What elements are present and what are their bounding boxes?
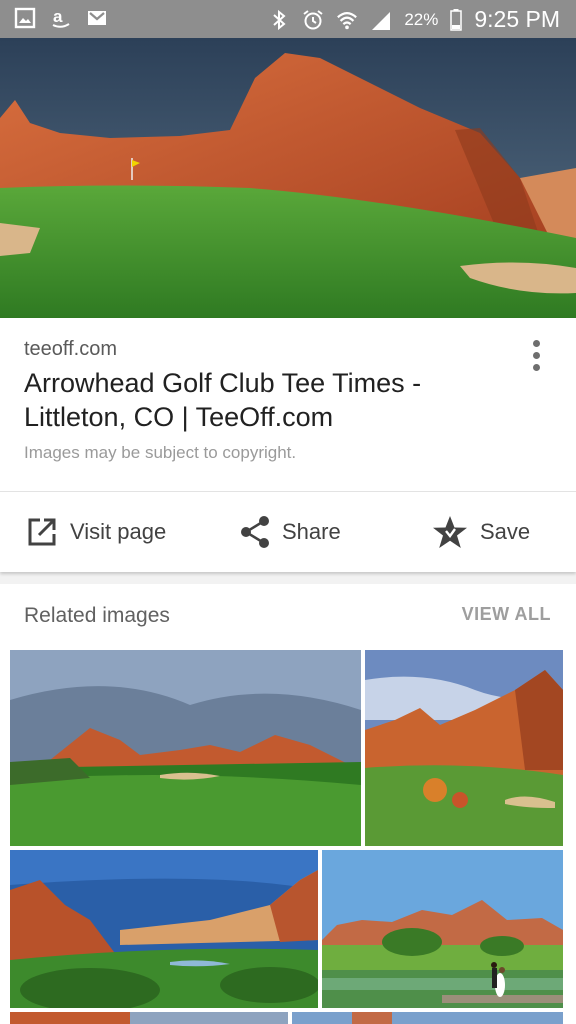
result-card: teeoff.com Arrowhead Golf Club Tee Times…	[0, 318, 576, 572]
related-image-thumbnail[interactable]	[10, 1012, 288, 1024]
svg-text:a: a	[53, 7, 63, 26]
save-label: Save	[480, 519, 531, 544]
gallery-notification-icon	[14, 7, 36, 29]
result-domain[interactable]: teeoff.com	[24, 338, 117, 361]
battery-icon	[450, 8, 463, 31]
alarm-icon	[303, 9, 323, 29]
related-image-thumbnail[interactable]	[10, 850, 318, 1008]
status-bar: a 22% 9:25 PM	[0, 0, 576, 38]
visit-page-label: Visit page	[70, 519, 167, 544]
open-in-new-icon	[28, 518, 56, 546]
result-title[interactable]: Arrowhead Golf Club Tee Times - Littleto…	[24, 366, 494, 434]
related-image-thumbnail[interactable]	[10, 650, 361, 846]
related-image-thumbnail[interactable]	[322, 850, 563, 1008]
hero-image[interactable]	[0, 38, 576, 318]
copyright-notice: Images may be subject to copyright.	[24, 443, 297, 462]
wifi-icon	[337, 11, 358, 29]
clock: 9:25 PM	[474, 6, 560, 32]
related-images-heading: Related images	[24, 604, 170, 627]
share-button[interactable]: Share	[240, 492, 341, 572]
share-icon	[241, 516, 269, 548]
battery-percent: 22%	[404, 9, 439, 29]
signal-icon	[372, 11, 391, 30]
more-options-icon[interactable]	[526, 340, 546, 376]
related-image-thumbnail[interactable]	[292, 1012, 563, 1024]
related-images-section: Related images VIEW ALL	[0, 584, 576, 1024]
view-all-button[interactable]: VIEW ALL	[462, 604, 551, 625]
related-image-thumbnail[interactable]	[365, 650, 563, 846]
save-button[interactable]: Save	[432, 492, 530, 572]
gmail-notification-icon	[88, 11, 106, 25]
visit-page-button[interactable]: Visit page	[26, 492, 166, 572]
star-save-icon	[433, 516, 467, 548]
share-label: Share	[282, 519, 341, 544]
action-bar: Visit page Share Save	[0, 492, 576, 572]
bluetooth-icon	[273, 9, 286, 30]
amazon-notification-icon: a	[52, 7, 70, 28]
